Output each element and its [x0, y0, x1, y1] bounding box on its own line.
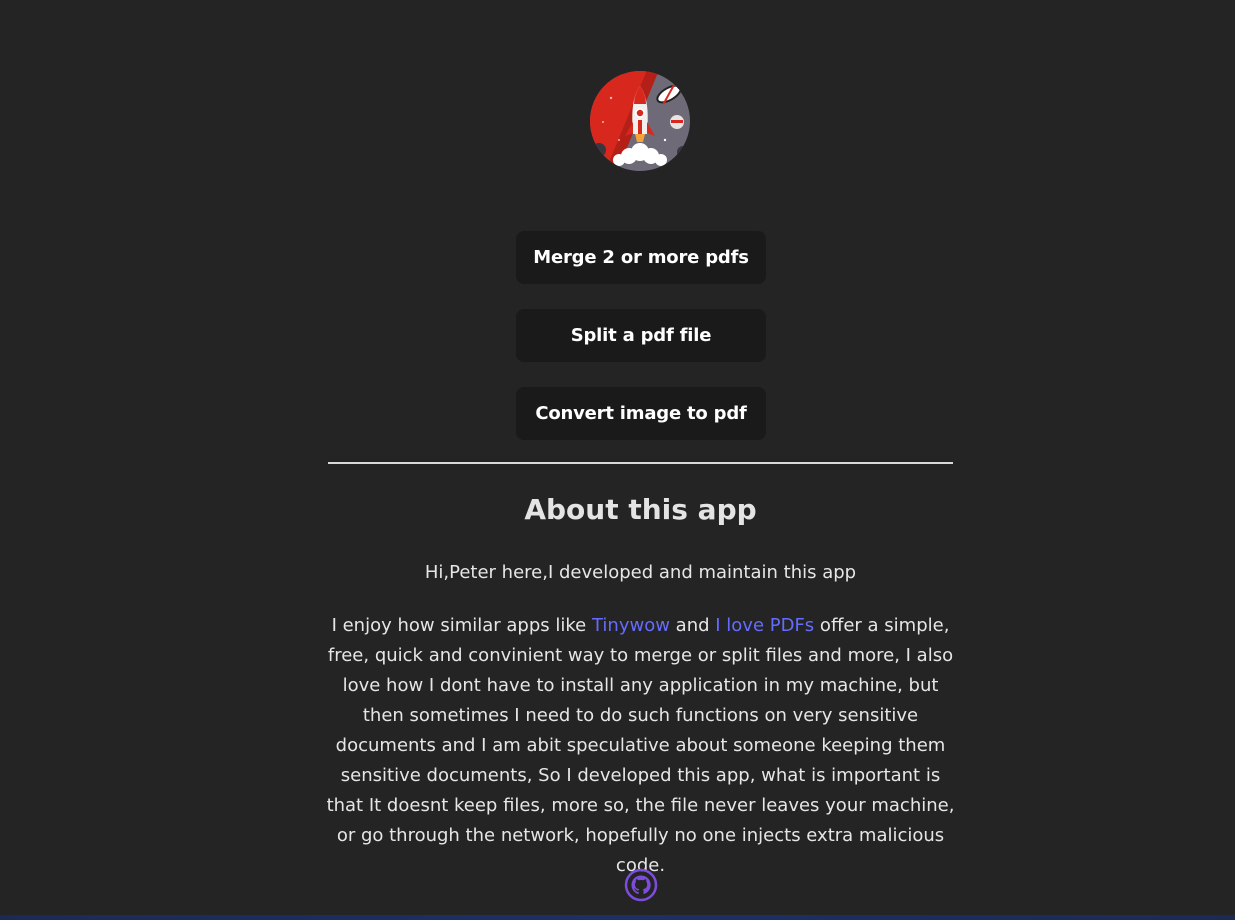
- github-icon[interactable]: [624, 868, 658, 902]
- ilovepdf-link[interactable]: I love PDFs: [715, 615, 814, 636]
- about-text-between: and: [669, 615, 716, 636]
- section-divider: [328, 462, 953, 464]
- about-text-start: I enjoy how similar apps like: [331, 615, 592, 636]
- merge-pdfs-button[interactable]: Merge 2 or more pdfs: [516, 231, 766, 284]
- about-intro: Hi,Peter here,I developed and maintain t…: [424, 562, 857, 583]
- convert-image-to-pdf-button[interactable]: Convert image to pdf: [516, 387, 766, 440]
- rocket-logo-icon: [589, 70, 691, 172]
- split-pdf-button[interactable]: Split a pdf file: [516, 309, 766, 362]
- about-text-end: offer a simple, free, quick and convinie…: [326, 615, 955, 876]
- tinywow-link[interactable]: Tinywow: [592, 615, 670, 636]
- about-title: About this app: [524, 493, 757, 526]
- bottom-edge: [0, 915, 1235, 920]
- about-description: I enjoy how similar apps like Tinywow an…: [322, 611, 959, 881]
